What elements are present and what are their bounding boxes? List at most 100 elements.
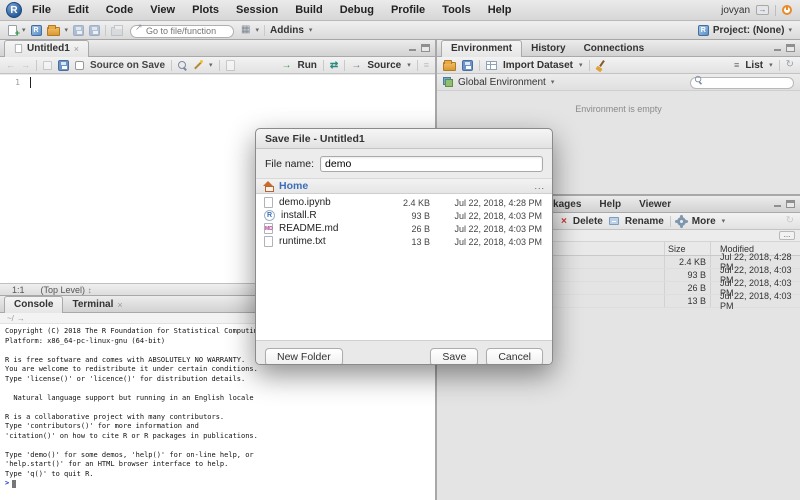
tab-viewer[interactable]: Viewer bbox=[630, 197, 680, 212]
scope-label: (Top Level) bbox=[41, 285, 86, 295]
project-selector[interactable]: R Project: (None) ▾ bbox=[698, 25, 800, 36]
maximize-env-icon[interactable] bbox=[786, 44, 795, 52]
power-icon[interactable] bbox=[782, 5, 792, 15]
minimize-env-icon[interactable] bbox=[773, 44, 782, 52]
new-project-icon[interactable]: R bbox=[31, 25, 42, 36]
dialog-footer: New Folder Save Cancel bbox=[256, 340, 552, 365]
goto-arrow-icon: ↗ bbox=[135, 22, 143, 33]
more-button[interactable]: More bbox=[692, 216, 716, 227]
menu-session[interactable]: Session bbox=[236, 4, 278, 16]
source-button[interactable]: Source bbox=[367, 60, 401, 71]
import-dataset-button[interactable]: Import Dataset bbox=[503, 60, 573, 71]
maximize-files-icon[interactable] bbox=[786, 200, 795, 208]
save-icon[interactable] bbox=[73, 25, 84, 36]
maximize-pane-icon[interactable] bbox=[421, 44, 430, 52]
list-view-button[interactable]: List bbox=[745, 60, 763, 71]
tab-terminal-close-icon[interactable]: × bbox=[117, 300, 122, 310]
menu-profile[interactable]: Profile bbox=[391, 4, 425, 16]
file-row[interactable]: runtime.txt 13 B Jul 22, 2018, 4:03 PM bbox=[256, 235, 552, 248]
file-icon bbox=[264, 236, 273, 247]
open-file-icon[interactable] bbox=[47, 27, 60, 36]
list-view-icon: ≡ bbox=[734, 60, 739, 70]
file-name-input[interactable] bbox=[320, 156, 543, 172]
scope-selector[interactable]: (Top Level) ↕ bbox=[41, 285, 92, 295]
compile-report-icon[interactable] bbox=[226, 60, 235, 71]
open-recent-caret-icon[interactable]: ▾ bbox=[65, 26, 69, 34]
addins-caret-icon[interactable]: ▾ bbox=[309, 26, 313, 34]
menu-help[interactable]: Help bbox=[488, 4, 512, 16]
addins-button[interactable]: Addins bbox=[270, 25, 304, 36]
rename-button[interactable]: Rename bbox=[625, 216, 664, 227]
refresh-env-icon[interactable]: ↻ bbox=[786, 60, 794, 70]
path-more-button[interactable]: ... bbox=[779, 231, 795, 240]
gear-icon bbox=[677, 217, 686, 226]
tab-terminal[interactable]: Terminal × bbox=[63, 297, 131, 312]
tab-history[interactable]: History bbox=[522, 41, 574, 56]
save-workspace-icon[interactable] bbox=[462, 60, 473, 71]
menu-plots[interactable]: Plots bbox=[192, 4, 219, 16]
menu-debug[interactable]: Debug bbox=[340, 4, 374, 16]
environment-search-input[interactable] bbox=[690, 77, 794, 89]
run-button[interactable]: Run bbox=[297, 60, 316, 71]
file-row[interactable]: README.md 26 B Jul 22, 2018, 4:03 PM bbox=[256, 222, 552, 235]
source-on-save-checkbox[interactable] bbox=[75, 61, 84, 70]
menu-edit[interactable]: Edit bbox=[68, 4, 89, 16]
file-name: demo.ipynb bbox=[279, 197, 376, 208]
tab-console[interactable]: Console bbox=[4, 296, 63, 313]
new-folder-button[interactable]: New Folder bbox=[265, 348, 343, 366]
pane-layout-icon[interactable]: ▦ bbox=[241, 25, 250, 35]
clear-workspace-icon[interactable] bbox=[596, 60, 606, 71]
code-tools-caret-icon[interactable]: ▾ bbox=[209, 61, 213, 69]
tab-connections[interactable]: Connections bbox=[575, 41, 654, 56]
refresh-files-icon[interactable]: ↻ bbox=[786, 216, 794, 226]
global-env-selector[interactable]: Global Environment bbox=[458, 77, 546, 88]
new-file-icon[interactable]: + bbox=[8, 25, 17, 36]
document-outline-icon[interactable]: ≡ bbox=[424, 60, 429, 70]
source-tabbar: Untitled1 × bbox=[0, 40, 435, 57]
column-size[interactable]: Size bbox=[664, 242, 710, 255]
logout-icon[interactable]: → bbox=[756, 5, 769, 15]
menu-view[interactable]: View bbox=[150, 4, 175, 16]
code-tools-icon[interactable] bbox=[193, 60, 203, 70]
menu-file[interactable]: File bbox=[32, 4, 51, 16]
tab-environment[interactable]: Environment bbox=[441, 40, 522, 57]
breadcrumb-more-button[interactable]: ... bbox=[534, 181, 545, 191]
tab-help-label: Help bbox=[599, 199, 621, 210]
tab-untitled1[interactable]: Untitled1 × bbox=[4, 40, 89, 57]
minimize-pane-icon[interactable] bbox=[408, 44, 417, 52]
save-button[interactable]: Save bbox=[430, 348, 478, 366]
rerun-icon[interactable]: ⇄ bbox=[330, 60, 338, 71]
popout-icon[interactable] bbox=[43, 61, 52, 70]
tab-help[interactable]: Help bbox=[590, 197, 630, 212]
list-view-caret-icon[interactable]: ▾ bbox=[769, 61, 773, 69]
file-size-cell: 26 B bbox=[664, 282, 710, 294]
global-env-caret-icon[interactable]: ▾ bbox=[551, 78, 555, 86]
find-replace-icon[interactable] bbox=[178, 61, 187, 70]
file-row[interactable]: demo.ipynb 2.4 KB Jul 22, 2018, 4:28 PM bbox=[256, 196, 552, 209]
goto-file-input[interactable] bbox=[130, 25, 234, 38]
console-prompt: > bbox=[5, 479, 9, 489]
tab-history-label: History bbox=[531, 43, 565, 54]
minimize-files-icon[interactable] bbox=[773, 200, 782, 208]
cancel-button[interactable]: Cancel bbox=[486, 348, 543, 366]
import-dataset-caret-icon[interactable]: ▾ bbox=[579, 61, 583, 69]
new-file-caret-icon[interactable]: ▾ bbox=[22, 26, 26, 34]
save-all-icon[interactable] bbox=[89, 25, 100, 36]
tab-close-icon[interactable]: × bbox=[74, 44, 79, 54]
file-modified: Jul 22, 2018, 4:03 PM bbox=[436, 224, 542, 234]
menu-tools[interactable]: Tools bbox=[442, 4, 471, 16]
save-source-icon[interactable] bbox=[58, 60, 69, 71]
breadcrumb-home-link[interactable]: Home bbox=[279, 180, 308, 192]
forward-icon[interactable]: → bbox=[21, 60, 30, 70]
menu-code[interactable]: Code bbox=[106, 4, 134, 16]
menu-build[interactable]: Build bbox=[295, 4, 323, 16]
delete-button[interactable]: Delete bbox=[573, 216, 603, 227]
file-row[interactable]: install.R 93 B Jul 22, 2018, 4:03 PM bbox=[256, 209, 552, 222]
back-icon[interactable]: ← bbox=[6, 60, 15, 70]
pane-layout-caret-icon[interactable]: ▾ bbox=[255, 26, 259, 34]
more-caret-icon[interactable]: ▾ bbox=[722, 217, 726, 225]
print-icon[interactable] bbox=[111, 27, 123, 36]
source-caret-icon[interactable]: ▾ bbox=[407, 61, 411, 69]
load-workspace-icon[interactable] bbox=[443, 62, 456, 71]
working-dir-arrow-icon[interactable]: → bbox=[17, 314, 25, 323]
